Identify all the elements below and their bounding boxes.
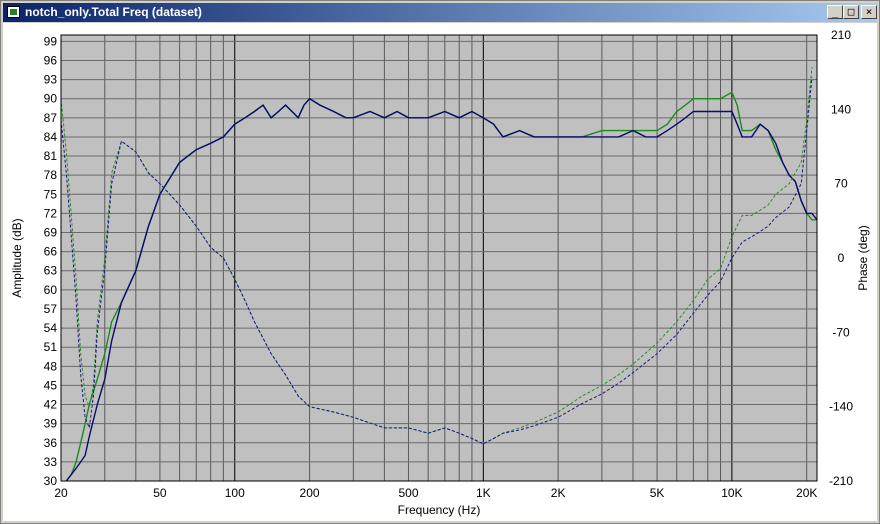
y2-axis-label: Phase (deg) — [856, 225, 870, 290]
y2-tick-label: 140 — [831, 102, 851, 116]
y-axis-label: Amplitude (dB) — [10, 218, 24, 297]
y2-tick-labels: -210 -140 -70 0 70 140 210 — [829, 28, 853, 488]
y-tick-label: 90 — [44, 92, 58, 106]
y-tick-label: 66 — [44, 245, 58, 259]
y-tick-label: 39 — [44, 417, 58, 431]
y2-tick-label: -210 — [829, 474, 853, 488]
title-bar[interactable]: notch_only.Total Freq (dataset) _ □ × — [3, 3, 877, 22]
window-title: notch_only.Total Freq (dataset) — [25, 5, 202, 19]
minimize-button[interactable]: _ — [827, 5, 843, 19]
y-tick-label: 93 — [44, 73, 58, 87]
x-axis-label: Frequency (Hz) — [398, 503, 481, 517]
y-tick-label: 30 — [44, 474, 58, 488]
y-tick-label: 60 — [44, 283, 58, 297]
y-tick-label: 69 — [44, 226, 58, 240]
x-tick-label: 20 — [54, 486, 68, 500]
close-button[interactable]: × — [861, 5, 877, 19]
x-tick-label: 5K — [650, 486, 665, 500]
y2-tick-label: -140 — [829, 400, 853, 414]
y-tick-label: 99 — [44, 34, 58, 48]
y-tick-label: 81 — [44, 149, 58, 163]
y2-tick-label: 210 — [831, 28, 851, 42]
y-tick-label: 45 — [44, 378, 58, 392]
x-tick-label: 2K — [551, 486, 566, 500]
app-window: notch_only.Total Freq (dataset) _ □ × 20… — [0, 0, 880, 524]
y-tick-label: 54 — [44, 321, 58, 335]
y-tick-label: 84 — [44, 130, 58, 144]
x-tick-labels: 20 50 100 200 500 1K 2K 5K 10K 20K — [54, 486, 817, 500]
x-tick-label: 50 — [153, 486, 167, 500]
y-tick-labels: 30 33 36 39 42 45 48 51 54 57 60 63 66 69 72 75 78 81 84 87… — [44, 34, 58, 488]
y-tick-label: 33 — [44, 455, 58, 469]
x-tick-label: 10K — [721, 486, 742, 500]
x-tick-label: 100 — [225, 486, 245, 500]
x-tick-label: 1K — [476, 486, 491, 500]
y-tick-label: 51 — [44, 340, 58, 354]
y-tick-label: 87 — [44, 111, 58, 125]
x-tick-label: 200 — [300, 486, 320, 500]
maximize-button[interactable]: □ — [843, 5, 859, 19]
y-tick-label: 96 — [44, 53, 58, 67]
chart-area: 20 50 100 200 500 1K 2K 5K 10K 20K 30 33 36 39 42 45 48… — [3, 23, 877, 521]
y-tick-label: 48 — [44, 359, 58, 373]
y-tick-label: 57 — [44, 302, 58, 316]
frequency-response-chart: 20 50 100 200 500 1K 2K 5K 10K 20K 30 33 36 39 42 45 48… — [10, 28, 870, 517]
y-tick-label: 78 — [44, 168, 58, 182]
app-icon[interactable] — [7, 6, 20, 18]
y2-tick-label: 0 — [838, 251, 845, 265]
y-tick-label: 75 — [44, 187, 58, 201]
y2-tick-label: 70 — [834, 177, 848, 191]
x-tick-label: 500 — [398, 486, 418, 500]
x-tick-label: 20K — [796, 486, 817, 500]
plot-background — [61, 35, 817, 481]
y-tick-label: 42 — [44, 398, 58, 412]
y-tick-label: 36 — [44, 436, 58, 450]
y-tick-label: 72 — [44, 206, 58, 220]
y2-tick-label: -70 — [832, 325, 850, 339]
y-tick-label: 63 — [44, 264, 58, 278]
